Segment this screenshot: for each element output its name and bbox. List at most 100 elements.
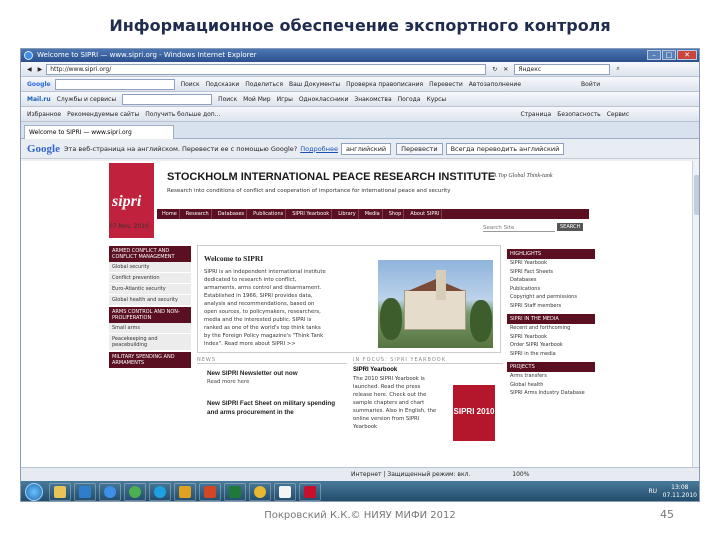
right-column-link[interactable]: Recent and forthcoming: [507, 324, 595, 333]
nav-item[interactable]: About SIPRI: [408, 209, 443, 219]
translate-bar: Google Эта веб-страница на английском. П…: [21, 139, 699, 159]
yearbook-cover[interactable]: SIPRI 2010: [453, 385, 495, 441]
google-search-input[interactable]: [54, 78, 175, 90]
favorites-item[interactable]: Избранное: [27, 111, 61, 118]
window-title: Welcome to SIPRI — www.sipri.org - Windo…: [37, 51, 257, 59]
bookmark-item[interactable]: Поиск: [218, 96, 237, 103]
nav-item[interactable]: Media: [363, 209, 383, 219]
address-field[interactable]: http://www.sipri.org/: [46, 63, 487, 75]
right-column-link[interactable]: SIPRI Yearbook: [507, 333, 595, 342]
news-item-title[interactable]: New SIPRI Newsletter out now: [197, 370, 347, 377]
bookmark-item[interactable]: Курсы: [426, 96, 446, 103]
google-toolbar-item[interactable]: Автозаполнение: [469, 81, 521, 88]
icq-taskbar-icon[interactable]: [124, 483, 146, 501]
ie-taskbar-icon[interactable]: [99, 483, 121, 501]
zoom-level[interactable]: 100%: [512, 471, 529, 478]
google-toolbar-item[interactable]: Войти: [581, 81, 600, 88]
command-item[interactable]: Страница: [520, 111, 551, 118]
minimize-button[interactable]: –: [647, 50, 661, 60]
left-nav-item[interactable]: Conflict prevention: [109, 273, 191, 284]
slide-footer: Покровский К.К.© НИЯУ МИФИ 2012: [264, 510, 456, 521]
language-select[interactable]: английский: [340, 142, 392, 155]
news-read-more-link[interactable]: Read more here: [197, 379, 347, 385]
clock-date: 07.11.2010: [662, 492, 697, 499]
document-taskbar-icon[interactable]: [274, 483, 296, 501]
chrome-taskbar-icon[interactable]: [249, 483, 271, 501]
bookmark-item[interactable]: Mail.ru: [27, 96, 51, 103]
left-nav-item[interactable]: Global security: [109, 262, 191, 273]
bookmark-item[interactable]: Знакомства: [354, 96, 391, 103]
bookmark-item[interactable]: Мой Мир: [243, 96, 271, 103]
yearbook-section: IN FOCUS: SIPRI YEARBOOK SIPRI Yearbook …: [353, 357, 503, 467]
right-column-link[interactable]: SIPRI in the media: [507, 350, 595, 359]
nav-item[interactable]: Databases: [216, 209, 248, 219]
windows-taskbar: RU 13:08 07.11.2010: [21, 481, 699, 501]
site-search-button[interactable]: SEARCH: [557, 223, 584, 231]
explorer-taskbar-icon[interactable]: [49, 483, 71, 501]
right-column-link[interactable]: SIPRI Arms Industry Database: [507, 389, 595, 398]
command-item[interactable]: Безопасность: [557, 111, 601, 118]
powerpoint-taskbar-icon[interactable]: [199, 483, 221, 501]
back-icon[interactable]: ◀: [27, 66, 32, 73]
translate-more-link[interactable]: Подробнее: [300, 145, 338, 153]
nav-item[interactable]: Research: [184, 209, 212, 219]
left-nav-item[interactable]: Global health and security: [109, 295, 191, 306]
maximize-button[interactable]: □: [662, 50, 676, 60]
nav-item[interactable]: Library: [336, 209, 359, 219]
right-column-link[interactable]: SIPRI Staff members: [507, 302, 595, 311]
language-indicator[interactable]: RU: [648, 488, 657, 495]
bookmark-item[interactable]: Игры: [277, 96, 293, 103]
google-toolbar-item[interactable]: Поделиться: [245, 81, 283, 88]
right-column-link[interactable]: Order SIPRI Yearbook: [507, 341, 595, 350]
vertical-scrollbar[interactable]: [692, 161, 699, 467]
forward-icon[interactable]: ▶: [38, 66, 43, 73]
start-button[interactable]: [25, 483, 43, 501]
favorites-item[interactable]: Получить больше доп...: [145, 111, 220, 118]
bookmark-item[interactable]: Службы и сервисы: [57, 96, 116, 103]
scrollbar-thumb[interactable]: [694, 175, 699, 215]
chat-taskbar-icon[interactable]: [174, 483, 196, 501]
right-column-link[interactable]: SIPRI Yearbook: [507, 259, 595, 268]
refresh-icon[interactable]: ↻: [492, 66, 497, 73]
nav-item[interactable]: Publications: [251, 209, 287, 219]
google-toolbar-item[interactable]: Ваш Документы: [289, 81, 340, 88]
right-column-link[interactable]: SIPRI Fact Sheets: [507, 268, 595, 277]
always-translate-select[interactable]: Всегда переводить английский: [445, 142, 565, 155]
nav-item[interactable]: Shop: [387, 209, 405, 219]
tab-sipri[interactable]: Welcome to SIPRI — www.sipri.org: [24, 125, 174, 139]
bookmark-item[interactable]: Погода: [398, 96, 421, 103]
excel-taskbar-icon[interactable]: [224, 483, 246, 501]
right-column-link[interactable]: Copyright and permissions: [507, 293, 595, 302]
google-toolbar-item[interactable]: Проверка правописания: [346, 81, 423, 88]
mailru-search-input[interactable]: [122, 93, 213, 105]
translate-button[interactable]: Перевести: [396, 142, 443, 155]
right-column-link[interactable]: Publications: [507, 285, 595, 294]
nav-item[interactable]: Home: [160, 209, 180, 219]
command-item[interactable]: Сервис: [607, 111, 629, 118]
pdf-taskbar-icon[interactable]: [299, 483, 321, 501]
nav-item[interactable]: SIPRI Yearbook: [290, 209, 333, 219]
google-toolbar-item[interactable]: Поиск: [181, 81, 200, 88]
close-button[interactable]: ✕: [677, 50, 697, 60]
site-search-input[interactable]: Search Site: [483, 225, 555, 232]
search-field[interactable]: Яндекс: [514, 63, 611, 75]
google-toolbar-item[interactable]: Подсказки: [206, 81, 240, 88]
bookmark-item[interactable]: Одноклассники: [299, 96, 349, 103]
favorites-item[interactable]: Рекомендуемые сайты: [67, 111, 139, 118]
skype-taskbar-icon[interactable]: [149, 483, 171, 501]
right-column-link[interactable]: Global health: [507, 381, 595, 390]
left-nav-item[interactable]: Euro-Atlantic security: [109, 284, 191, 295]
search-icon[interactable]: ⌕: [616, 65, 619, 73]
left-nav-item[interactable]: Small arms: [109, 323, 191, 334]
stop-icon[interactable]: ✕: [503, 66, 508, 73]
tree-shape: [470, 300, 492, 342]
right-column-link[interactable]: Databases: [507, 276, 595, 285]
site-nav: Home Research Databases Publications SIP…: [157, 209, 589, 219]
right-column-link[interactable]: Arms transfers: [507, 372, 595, 381]
system-clock[interactable]: 13:08 07.11.2010: [663, 484, 697, 500]
media-taskbar-icon[interactable]: [74, 483, 96, 501]
news-item-title[interactable]: New SIPRI Fact Sheet on military spendin…: [197, 399, 347, 417]
google-toolbar-item[interactable]: Перевести: [429, 81, 463, 88]
left-nav-item[interactable]: Peacekeeping and peacebuilding: [109, 334, 191, 351]
yearbook-title[interactable]: SIPRI Yearbook: [353, 367, 503, 373]
